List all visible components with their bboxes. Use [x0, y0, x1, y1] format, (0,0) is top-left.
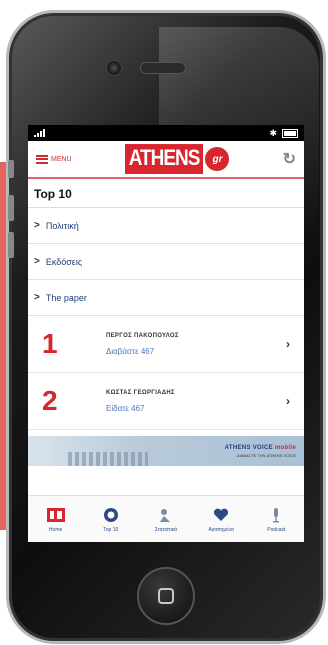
- nav-item-label: Πολιτική: [45, 220, 79, 231]
- home-button[interactable]: [137, 567, 195, 625]
- chevron-right-icon: >: [34, 220, 40, 231]
- app-header: MENU ATHENS gr ↻: [28, 141, 304, 179]
- nav-item-politics[interactable]: > Πολιτική: [28, 208, 304, 244]
- rank-subtitle: Είδατε 467: [106, 403, 145, 413]
- tab-favorites[interactable]: Αγαπημένα: [196, 506, 246, 533]
- banner-title-a: ATHENS VOICE: [224, 444, 273, 451]
- ranking-item-2[interactable]: 2 ΚΩΣΤΑΣ ΓΕΩΡΓΙΑΔΗΣ Είδατε 467 ›: [28, 373, 304, 430]
- tab-top10[interactable]: Top 10: [86, 506, 136, 533]
- nav-item-label: The paper: [45, 292, 87, 303]
- status-bar: ✱: [28, 125, 304, 141]
- rank-number: 1: [42, 328, 58, 359]
- logo-gr-badge: gr: [205, 147, 230, 171]
- home-icon: [46, 506, 66, 524]
- home-square-icon: [158, 588, 174, 604]
- nav-item-the-paper[interactable]: > The paper: [28, 280, 304, 316]
- tab-bar: Home Top 10 Στατιστικά Αγαπημένα Podcast: [28, 495, 304, 542]
- logo-text: ATHENS: [124, 144, 204, 174]
- tab-label: Podcast: [267, 526, 286, 533]
- earpiece-speaker: [140, 62, 186, 74]
- rank-author: ΠΕΡΓΟΣ ΠΑΚΟΠΟΥΛΟΣ: [106, 332, 179, 339]
- tab-label: Στατιστικά: [154, 526, 178, 533]
- podcast-icon: [266, 506, 286, 524]
- heart-icon: [211, 506, 231, 524]
- banner-subtitle: ΔΙΑΒΑΣΤΕ ΤΗΝ ATHENS VOICE: [236, 452, 296, 458]
- bluetooth-icon: ✱: [269, 127, 277, 138]
- ad-banner[interactable]: ATHENS VOICE mobile ΔΙΑΒΑΣΤΕ ΤΗΝ ATHENS …: [28, 436, 304, 466]
- banner-skyline-graphic: [68, 452, 148, 466]
- nav-item-publications[interactable]: > Εκδόσεις: [28, 244, 304, 280]
- chevron-right-icon: ›: [286, 337, 290, 351]
- banner-title: ATHENS VOICE mobile: [225, 445, 296, 451]
- chevron-right-icon: >: [34, 292, 40, 303]
- rank-number: 2: [42, 385, 58, 416]
- phone-volume-down-button: [8, 232, 14, 258]
- signal-icon: [34, 129, 45, 137]
- top10-icon: [101, 506, 121, 524]
- menu-label: MENU: [51, 155, 72, 163]
- menu-button[interactable]: MENU: [36, 154, 72, 164]
- rank-author: ΚΩΣΤΑΣ ΓΕΩΡΓΙΑΔΗΣ: [106, 389, 175, 396]
- page-title: Top 10: [28, 179, 304, 208]
- banner-title-b: mobile: [274, 444, 296, 451]
- tab-label: Home: [48, 526, 63, 533]
- tab-stats[interactable]: Στατιστικά: [141, 506, 191, 533]
- rank-subtitle: Διαβάστε 467: [106, 346, 155, 356]
- phone-side-button: [8, 160, 14, 178]
- chevron-right-icon: >: [34, 256, 40, 267]
- phone-volume-up-button: [8, 195, 14, 221]
- nav-item-label: Εκδόσεις: [45, 256, 83, 267]
- hamburger-icon: [36, 154, 48, 164]
- phone-screen: ✱ MENU ATHENS gr ↻ Top 10 > Πολιτική > Ε…: [28, 125, 304, 542]
- refresh-icon[interactable]: ↻: [283, 149, 296, 169]
- battery-icon: [282, 128, 298, 138]
- ranking-item-1[interactable]: 1 ΠΕΡΓΟΣ ΠΑΚΟΠΟΥΛΟΣ Διαβάστε 467 ›: [28, 316, 304, 373]
- tab-label: Αγαπημένα: [208, 526, 234, 533]
- front-camera-icon: [106, 60, 122, 76]
- stats-icon: [156, 506, 176, 524]
- tab-home[interactable]: Home: [31, 506, 81, 533]
- athens-logo[interactable]: ATHENS gr: [124, 144, 230, 174]
- tab-label: Top 10: [103, 526, 119, 533]
- tab-podcast[interactable]: Podcast: [251, 506, 301, 533]
- chevron-right-icon: ›: [286, 394, 290, 408]
